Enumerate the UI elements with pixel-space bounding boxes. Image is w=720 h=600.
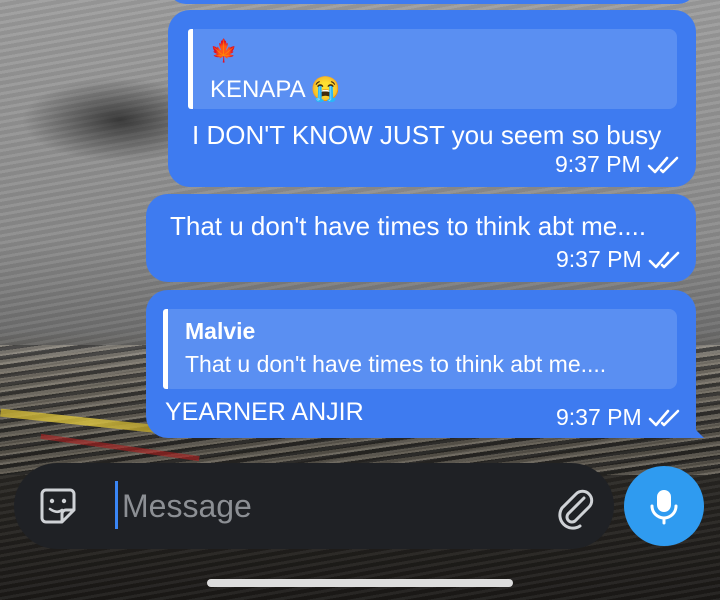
sticker-icon[interactable]: [38, 486, 78, 526]
message-meta: 9:37 PM: [556, 404, 682, 431]
microphone-icon: [650, 490, 678, 525]
message-bubble[interactable]: 🍁 KENAPA 😭 I DON'T KNOW JUST you seem so…: [168, 10, 696, 187]
text-cursor: [115, 481, 118, 529]
quote-bar: [188, 29, 193, 109]
previous-message-bubble[interactable]: [168, 0, 696, 4]
message-text: YEARNER ANJIR: [165, 398, 364, 426]
paperclip-icon[interactable]: [552, 482, 596, 530]
reply-quote-author: Malvie: [185, 318, 256, 344]
message-bubble[interactable]: That u don't have times to think abt me.…: [146, 194, 696, 282]
voice-record-button[interactable]: [624, 466, 704, 546]
reply-quote-text: KENAPA 😭: [210, 76, 341, 103]
maple-leaf-icon: 🍁: [210, 38, 238, 63]
double-check-icon: [647, 156, 678, 173]
double-check-icon: [648, 251, 679, 268]
reply-quote[interactable]: 🍁 KENAPA 😭: [188, 29, 677, 109]
message-time: 9:37 PM: [556, 404, 642, 430]
message-input[interactable]: [120, 482, 524, 530]
reply-quote[interactable]: Malvie That u don't have times to think …: [163, 309, 677, 389]
quote-bar: [163, 309, 168, 389]
message-meta: 9:37 PM: [556, 246, 682, 273]
message-text: I DON'T KNOW JUST you seem so busy: [192, 120, 662, 150]
message-meta: 9:37 PM: [555, 151, 681, 178]
message-time: 9:37 PM: [555, 151, 641, 177]
home-indicator[interactable]: [207, 579, 513, 587]
message-text: That u don't have times to think abt me.…: [170, 211, 647, 241]
message-time: 9:37 PM: [556, 246, 642, 272]
double-check-icon: [648, 409, 679, 426]
reply-quote-text: That u don't have times to think abt me.…: [185, 351, 607, 377]
message-bubble[interactable]: Malvie That u don't have times to think …: [146, 290, 704, 438]
